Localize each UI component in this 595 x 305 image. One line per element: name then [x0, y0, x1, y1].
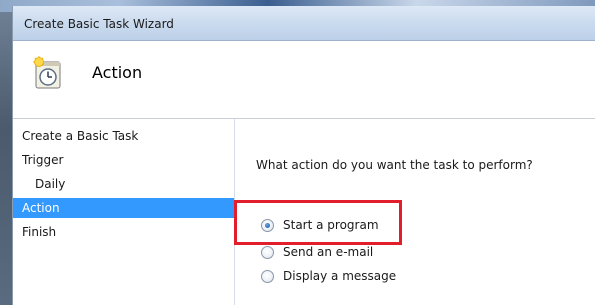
background-window-edge	[0, 12, 12, 305]
sidebar-item-daily[interactable]: Daily	[13, 174, 234, 194]
sidebar-item-action[interactable]: Action	[13, 198, 234, 218]
page-title: Action	[92, 63, 143, 82]
option-display-message[interactable]: Display a message	[261, 267, 396, 285]
task-scheduler-icon	[33, 56, 61, 89]
sidebar-item-create-basic-task[interactable]: Create a Basic Task	[13, 126, 234, 146]
radio-button[interactable]	[261, 245, 274, 259]
sidebar-item-finish[interactable]: Finish	[13, 222, 234, 242]
option-send-email[interactable]: Send an e-mail	[261, 243, 373, 261]
option-label[interactable]: Display a message	[283, 269, 396, 283]
wizard-steps-sidebar: Create a Basic Task Trigger Daily Action…	[13, 119, 235, 305]
sidebar-item-trigger[interactable]: Trigger	[13, 150, 234, 170]
window-title: Create Basic Task Wizard	[24, 17, 174, 31]
annotation-highlight-box	[234, 200, 402, 245]
option-label[interactable]: Send an e-mail	[283, 245, 373, 259]
wizard-header: Action	[13, 41, 595, 119]
wizard-window: Create Basic Task Wizard Action Create a…	[12, 6, 595, 305]
action-question: What action do you want the task to perf…	[256, 158, 533, 172]
title-bar[interactable]: Create Basic Task Wizard	[13, 6, 595, 41]
radio-button[interactable]	[261, 269, 274, 283]
